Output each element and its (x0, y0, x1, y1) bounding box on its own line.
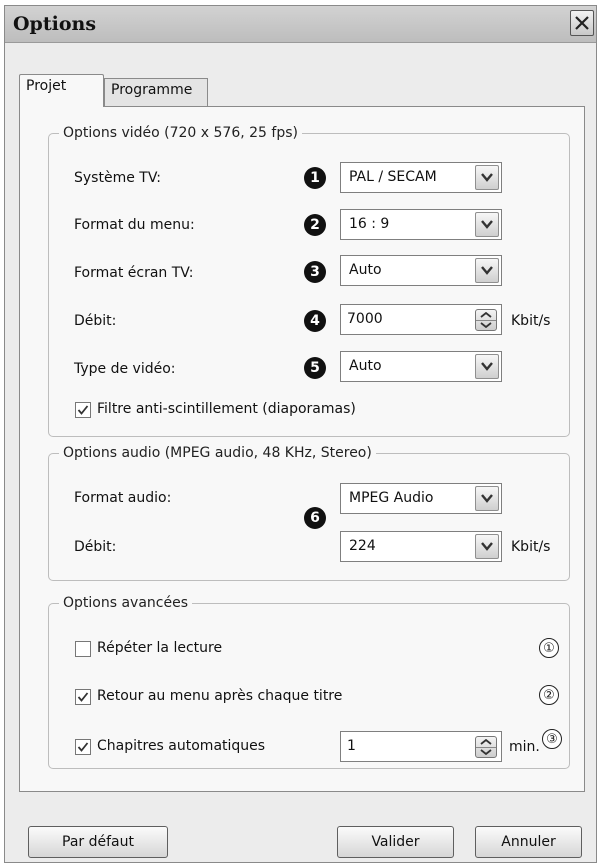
video-bitrate-unit: Kbit/s (511, 313, 551, 329)
marker-1: 1 (304, 167, 326, 189)
audio-format-select[interactable]: MPEG Audio (340, 483, 502, 514)
default-button[interactable]: Par défaut (28, 826, 168, 858)
return-to-menu-label: Retour au menu après chaque titre (97, 688, 343, 704)
tab-programme[interactable]: Programme (104, 78, 208, 106)
options-dialog: Options Projet Programme Options vidéo (… (4, 5, 597, 863)
tab-panel-projet: Options vidéo (720 x 576, 25 fps) Systèm… (19, 106, 585, 792)
chevron-down-icon[interactable] (475, 212, 499, 237)
chevron-down-icon[interactable] (475, 354, 499, 379)
chevron-down-icon[interactable] (475, 534, 499, 559)
close-icon (575, 16, 589, 30)
tv-screen-format-select[interactable]: Auto (340, 255, 502, 286)
close-button[interactable] (570, 10, 594, 36)
spin-arrows-icon[interactable] (475, 309, 497, 331)
advanced-options-legend: Options avancées (63, 595, 189, 611)
video-bitrate-value: 7000 (347, 311, 383, 327)
marker-circled-1: ① (539, 638, 559, 658)
marker-6: 6 (304, 507, 326, 529)
tab-programme-label: Programme (111, 82, 193, 98)
audio-options-legend: Options audio (MPEG audio, 48 KHz, Stere… (63, 445, 372, 461)
repeat-playback-label: Répéter la lecture (97, 640, 223, 656)
checkmark-icon (77, 692, 89, 702)
tab-projet-label: Projet (26, 78, 67, 94)
repeat-playback-checkbox[interactable] (75, 641, 91, 657)
video-options-legend: Options vidéo (720 x 576, 25 fps) (63, 125, 298, 141)
cancel-button[interactable]: Annuler (475, 826, 582, 858)
marker-circled-2: ② (539, 685, 559, 705)
default-button-label: Par défaut (62, 834, 134, 850)
video-type-label: Type de vidéo: (74, 361, 176, 377)
chapter-interval-unit: min. (509, 739, 540, 755)
spin-arrows-icon[interactable] (475, 736, 497, 758)
marker-3: 3 (304, 261, 326, 283)
audio-bitrate-select[interactable]: 224 (340, 531, 502, 562)
audio-format-value: MPEG Audio (349, 490, 434, 506)
menu-format-select[interactable]: 16 : 9 (340, 209, 502, 240)
video-type-select[interactable]: Auto (340, 351, 502, 382)
chevron-down-icon[interactable] (475, 258, 499, 283)
audio-bitrate-value: 224 (349, 538, 376, 554)
cancel-button-label: Annuler (501, 834, 556, 850)
tv-system-select[interactable]: PAL / SECAM (340, 162, 502, 193)
audio-format-label: Format audio: (74, 490, 172, 506)
spin-down-button[interactable] (476, 747, 496, 757)
auto-chapters-label: Chapitres automatiques (97, 738, 266, 754)
ok-button[interactable]: Valider (337, 826, 454, 858)
window-title: Options (13, 13, 97, 35)
chapter-interval-value: 1 (347, 738, 356, 754)
chevron-down-icon[interactable] (475, 165, 499, 190)
tv-system-value: PAL / SECAM (349, 169, 437, 185)
marker-circled-3: ③ (542, 729, 562, 749)
flicker-filter-label: Filtre anti-scintillement (diaporamas) (97, 401, 356, 417)
tab-projet[interactable]: Projet (19, 74, 104, 107)
chevron-down-icon[interactable] (475, 486, 499, 511)
title-bar: Options (5, 6, 596, 43)
flicker-filter-checkbox[interactable] (75, 402, 91, 418)
auto-chapters-checkbox[interactable] (75, 739, 91, 755)
tv-screen-format-value: Auto (349, 262, 382, 278)
spin-down-button[interactable] (476, 320, 496, 330)
checkmark-icon (77, 405, 89, 415)
marker-5: 5 (304, 357, 326, 379)
menu-format-label: Format du menu: (74, 217, 195, 233)
marker-4: 4 (304, 310, 326, 332)
video-type-value: Auto (349, 358, 382, 374)
ok-button-label: Valider (371, 834, 420, 850)
tv-system-label: Système TV: (74, 170, 161, 186)
video-bitrate-spinner[interactable]: 7000 (340, 304, 502, 335)
menu-format-value: 16 : 9 (349, 216, 390, 232)
tv-screen-format-label: Format écran TV: (74, 265, 194, 281)
marker-2: 2 (304, 214, 326, 236)
audio-bitrate-label: Débit: (74, 539, 117, 555)
video-bitrate-label: Débit: (74, 313, 117, 329)
chapter-interval-spinner[interactable]: 1 (340, 731, 502, 762)
return-to-menu-checkbox[interactable] (75, 689, 91, 705)
checkmark-icon (77, 742, 89, 752)
audio-bitrate-unit: Kbit/s (511, 539, 551, 555)
